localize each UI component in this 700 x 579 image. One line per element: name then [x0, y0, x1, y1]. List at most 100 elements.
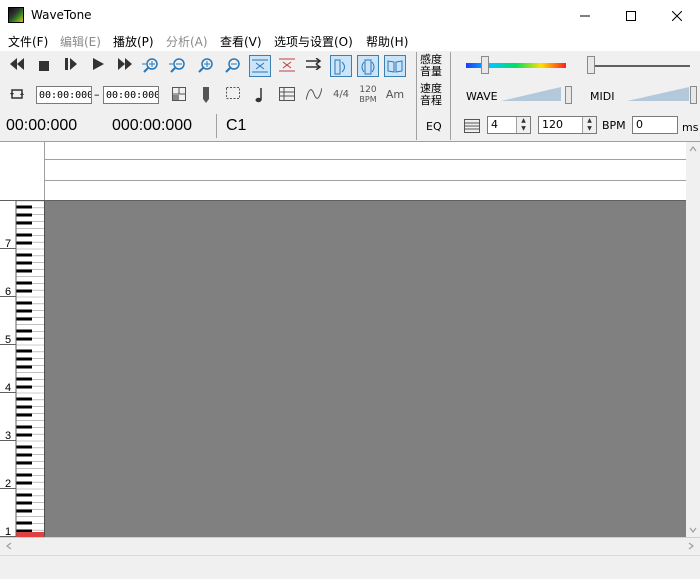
black-key[interactable]: [16, 205, 32, 209]
chord-button[interactable]: Am: [384, 84, 406, 106]
stop-button[interactable]: [33, 55, 55, 77]
midi-volume-thumb[interactable]: [690, 86, 697, 104]
black-key[interactable]: [16, 453, 32, 457]
black-key[interactable]: [16, 509, 32, 513]
black-key[interactable]: [16, 481, 32, 485]
window-title: WaveTone: [31, 8, 92, 22]
time-signature-button[interactable]: 4/4: [330, 84, 352, 106]
beats-spinbox[interactable]: 4 ▲ ▼: [487, 116, 531, 134]
beats-spin-arrows[interactable]: ▲ ▼: [516, 117, 530, 133]
time-ruler[interactable]: [0, 142, 686, 200]
black-key[interactable]: [16, 233, 32, 237]
zoom-in-vertical-button[interactable]: [195, 55, 217, 77]
panel-separator-left: [416, 52, 417, 140]
pause-play-button[interactable]: [60, 55, 82, 77]
select-rect-icon: [226, 87, 240, 99]
loop-end-field[interactable]: 00:00:000: [103, 86, 159, 104]
menu-file[interactable]: 文件(F): [8, 33, 48, 50]
black-key[interactable]: [16, 337, 32, 341]
book-button[interactable]: [384, 55, 406, 77]
black-key[interactable]: [16, 317, 32, 321]
wave-volume-thumb[interactable]: [565, 86, 572, 104]
menu-analysis[interactable]: 分析(A): [166, 33, 208, 50]
play-button[interactable]: [87, 55, 109, 77]
book-icon: [387, 60, 403, 73]
black-key[interactable]: [16, 309, 32, 313]
bpm-spin-arrows[interactable]: ▲ ▼: [582, 117, 596, 133]
zoom-out-horizontal-button[interactable]: [167, 55, 189, 77]
black-key[interactable]: [16, 377, 32, 381]
grid-button[interactable]: [276, 84, 298, 106]
menu-options[interactable]: 选项与设置(O): [274, 33, 353, 50]
wave-volume-ramp[interactable]: [501, 87, 567, 101]
black-key[interactable]: [16, 289, 32, 293]
black-key[interactable]: [16, 301, 32, 305]
black-key[interactable]: [16, 385, 32, 389]
tempo-button[interactable]: 120 BPM: [357, 84, 379, 106]
black-key[interactable]: [16, 261, 32, 265]
black-key[interactable]: [16, 433, 32, 437]
black-key[interactable]: [16, 221, 32, 225]
zoom-out-vertical-button[interactable]: [222, 55, 244, 77]
black-key[interactable]: [16, 445, 32, 449]
piano-keys[interactable]: 1234567: [0, 200, 44, 538]
volume-slider-track[interactable]: [592, 65, 690, 67]
piano-keyboard[interactable]: 1234567: [0, 200, 45, 538]
fit-vertical-button[interactable]: [276, 55, 298, 77]
black-key[interactable]: [16, 397, 32, 401]
black-key[interactable]: [16, 365, 32, 369]
loop-start-field[interactable]: 00:00:000: [36, 86, 92, 104]
black-key[interactable]: [16, 329, 32, 333]
menu-view[interactable]: 查看(V): [220, 33, 262, 50]
eq-label[interactable]: EQ: [426, 121, 442, 133]
vertical-scrollbar[interactable]: [686, 142, 700, 537]
rewind-button[interactable]: [6, 55, 28, 77]
scroll-right-icon[interactable]: [684, 539, 698, 553]
speaker-left-button[interactable]: [330, 55, 352, 77]
maximize-button[interactable]: [608, 0, 654, 31]
black-key[interactable]: [16, 501, 32, 505]
menu-play[interactable]: 播放(P): [113, 33, 154, 50]
loop-button[interactable]: [6, 84, 28, 106]
black-key[interactable]: [16, 253, 32, 257]
black-key[interactable]: [16, 349, 32, 353]
note-button[interactable]: [248, 84, 270, 106]
black-key[interactable]: [16, 413, 32, 417]
black-key[interactable]: [16, 461, 32, 465]
menu-edit[interactable]: 编辑(E): [60, 33, 101, 50]
fast-forward-button[interactable]: [114, 55, 136, 77]
black-key[interactable]: [16, 493, 32, 497]
close-button[interactable]: [654, 0, 700, 31]
select-button[interactable]: [222, 84, 244, 106]
scroll-up-icon[interactable]: [686, 142, 700, 156]
black-key[interactable]: [16, 473, 32, 477]
curve-button[interactable]: [303, 84, 325, 106]
horizontal-scrollbar[interactable]: [0, 537, 700, 555]
black-key[interactable]: [16, 213, 32, 217]
pencil-button[interactable]: [195, 84, 217, 106]
midi-volume-ramp[interactable]: [627, 87, 693, 101]
speaker-both-button[interactable]: [357, 55, 379, 77]
piano-roll-area[interactable]: [45, 201, 686, 537]
zoom-out-horizontal-icon: [169, 58, 185, 73]
layout-button[interactable]: [168, 84, 190, 106]
offset-field[interactable]: 0: [632, 116, 678, 134]
scroll-down-icon[interactable]: [686, 523, 700, 537]
black-key[interactable]: [16, 405, 32, 409]
black-key[interactable]: [16, 357, 32, 361]
zoom-in-horizontal-button[interactable]: [140, 55, 162, 77]
volume-slider-thumb[interactable]: [587, 56, 595, 74]
status-bar: [0, 555, 700, 579]
black-key[interactable]: [16, 241, 32, 245]
follow-button[interactable]: [303, 55, 325, 77]
menu-help[interactable]: 帮助(H): [366, 33, 408, 50]
black-key[interactable]: [16, 425, 32, 429]
black-key[interactable]: [16, 269, 32, 273]
minimize-button[interactable]: [562, 0, 608, 31]
scroll-left-icon[interactable]: [2, 539, 16, 553]
fit-horizontal-button[interactable]: [249, 55, 271, 77]
black-key[interactable]: [16, 521, 32, 525]
sensitivity-slider-thumb[interactable]: [481, 56, 489, 74]
black-key[interactable]: [16, 281, 32, 285]
bpm-spinbox[interactable]: 120 ▲ ▼: [538, 116, 597, 134]
